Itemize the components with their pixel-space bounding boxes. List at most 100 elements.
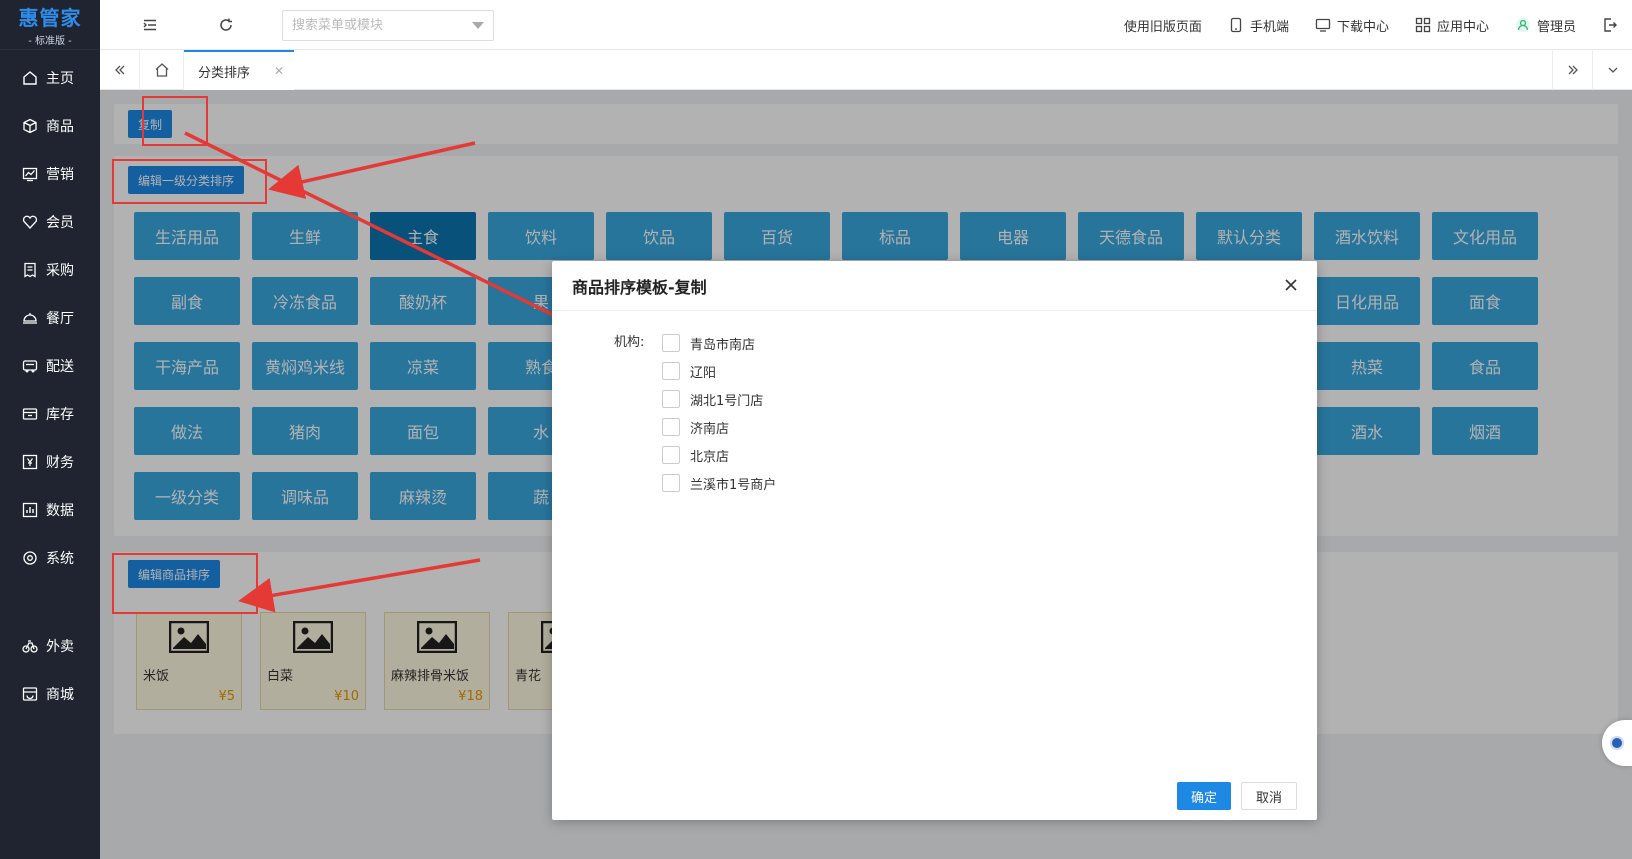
tab-category-sort[interactable]: 分类排序 ✕	[184, 50, 294, 90]
chevron-down-icon[interactable]	[472, 22, 484, 29]
annotation-box-copy	[142, 96, 208, 146]
checkbox[interactable]	[662, 390, 680, 408]
org-name: 兰溪市1号商户	[690, 477, 777, 493]
close-icon[interactable]	[1281, 275, 1301, 295]
logout-icon	[1602, 17, 1618, 33]
chart-icon	[22, 166, 38, 182]
org-name: 北京店	[690, 449, 730, 465]
org-option[interactable]: 湖北1号门店	[662, 385, 776, 413]
tab-scroll-right-icon[interactable]	[1552, 50, 1592, 90]
receipt-icon	[22, 262, 38, 278]
apps-label: 应用中心	[1436, 19, 1489, 35]
modal-body: 机构: 青岛市南店辽阳湖北1号门店 济南店北京店兰溪市1号商户	[552, 312, 1317, 760]
logo[interactable]: 惠管家 - 标准版 -	[0, 0, 100, 50]
sidebar-item-label: 库存	[46, 407, 74, 423]
sidebar-item-label: 商品	[46, 119, 74, 135]
download-center-link[interactable]: 下载中心	[1315, 16, 1389, 35]
mobile-link[interactable]: 手机端	[1228, 16, 1289, 35]
phone-icon	[1228, 17, 1244, 33]
sidebar-spacer	[0, 582, 100, 622]
org-label: 机构:	[614, 335, 645, 350]
cancel-button[interactable]: 取消	[1240, 782, 1297, 810]
sidebar-item-label: 营销	[46, 167, 74, 183]
old-page-label: 使用旧版页面	[1123, 19, 1202, 35]
admin-label: 管理员	[1536, 19, 1576, 35]
search-input[interactable]	[282, 10, 494, 41]
org-option[interactable]: 兰溪市1号商户	[662, 469, 776, 497]
sidebar-nav: 主页 商品 营销 会员 采购 餐厅 配送 库存 财务 数据 系统 外卖 商城	[0, 50, 100, 718]
org-name: 济南店	[690, 421, 730, 437]
sidebar-item-restaurant[interactable]: 餐厅	[0, 294, 100, 342]
sidebar-item-home[interactable]: 主页	[0, 54, 100, 102]
org-option[interactable]: 北京店	[662, 441, 776, 469]
heart-icon	[22, 214, 38, 230]
sidebar-item-goods[interactable]: 商品	[0, 102, 100, 150]
mobile-label: 手机端	[1249, 19, 1289, 35]
org-option[interactable]: 济南店	[662, 413, 776, 441]
org-option[interactable]: 辽阳	[662, 357, 776, 385]
store-icon	[22, 686, 38, 702]
tab-home-icon[interactable]	[140, 50, 184, 90]
checkbox[interactable]	[662, 334, 680, 352]
checkbox[interactable]	[662, 362, 680, 380]
checkbox[interactable]	[662, 418, 680, 436]
org-option[interactable]: 青岛市南店	[662, 329, 776, 357]
topbar: 使用旧版页面 手机端 下载中心 应用中心 管理员	[100, 0, 1632, 50]
sidebar-item-finance[interactable]: 财务	[0, 438, 100, 486]
close-icon[interactable]: ✕	[274, 64, 284, 78]
checkbox[interactable]	[662, 474, 680, 492]
tab-scroll-left-icon[interactable]	[100, 50, 140, 90]
bike-icon	[22, 638, 38, 654]
sidebar-item-inventory[interactable]: 库存	[0, 390, 100, 438]
box-icon	[22, 118, 38, 134]
modal-footer: 确定 取消	[1176, 782, 1297, 810]
sidebar-item-marketing[interactable]: 营销	[0, 150, 100, 198]
tab-label: 分类排序	[198, 65, 251, 81]
download-label: 下载中心	[1336, 19, 1389, 35]
tab-dropdown-icon[interactable]	[1592, 50, 1632, 90]
user-avatar-icon	[1515, 17, 1531, 33]
monitor-icon	[1315, 17, 1331, 33]
old-page-link[interactable]: 使用旧版页面	[1124, 16, 1202, 35]
sidebar-item-label: 商城	[46, 687, 74, 703]
sidebar-item-delivery[interactable]: 配送	[0, 342, 100, 390]
logout-button[interactable]	[1602, 17, 1618, 33]
tab-bar: 分类排序 ✕	[100, 50, 1632, 90]
checkbox[interactable]	[662, 446, 680, 464]
sidebar-item-label: 餐厅	[46, 311, 74, 327]
org-name: 湖北1号门店	[690, 393, 764, 409]
org-checkbox-list: 青岛市南店辽阳湖北1号门店 济南店北京店兰溪市1号商户	[662, 329, 776, 497]
menu-toggle-icon[interactable]	[142, 17, 158, 33]
sidebar-item-label: 配送	[46, 359, 74, 375]
sidebar-item-purchase[interactable]: 采购	[0, 246, 100, 294]
sidebar-item-takeout[interactable]: 外卖	[0, 622, 100, 670]
copy-template-modal: 商品排序模板-复制 机构: 青岛市南店辽阳湖北1号门店 济南店北京店兰溪市1号商户…	[552, 261, 1317, 820]
sidebar-item-member[interactable]: 会员	[0, 198, 100, 246]
annotation-box-edit-goods	[112, 553, 258, 614]
inventory-icon	[22, 406, 38, 422]
sidebar: 惠管家 - 标准版 - 主页 商品 营销 会员 采购 餐厅 配送 库存 财务 数…	[0, 0, 100, 859]
sidebar-item-label: 采购	[46, 263, 74, 279]
app-center-link[interactable]: 应用中心	[1415, 16, 1489, 35]
sidebar-item-label: 会员	[46, 215, 74, 231]
logo-title: 惠管家	[18, 6, 82, 30]
sidebar-item-mall[interactable]: 商城	[0, 670, 100, 718]
logo-subtitle: - 标准版 -	[28, 36, 72, 47]
confirm-button[interactable]: 确定	[1176, 782, 1231, 810]
dish-icon	[22, 310, 38, 326]
sidebar-item-label: 主页	[46, 71, 74, 87]
grid-apps-icon	[1415, 17, 1431, 33]
admin-menu[interactable]: 管理员	[1515, 16, 1576, 35]
modal-header: 商品排序模板-复制	[552, 261, 1317, 311]
topbar-actions: 使用旧版页面 手机端 下载中心 应用中心 管理员	[1124, 0, 1618, 50]
sidebar-item-label: 数据	[46, 503, 74, 519]
org-name: 辽阳	[690, 365, 717, 381]
sidebar-item-label: 外卖	[46, 639, 74, 655]
modal-title: 商品排序模板-复制	[572, 277, 707, 297]
assistant-icon	[1610, 736, 1624, 750]
sidebar-item-data[interactable]: 数据	[0, 486, 100, 534]
refresh-icon[interactable]	[218, 17, 234, 33]
sidebar-item-system[interactable]: 系统	[0, 534, 100, 582]
sidebar-item-label: 系统	[46, 551, 74, 567]
yen-icon	[22, 454, 38, 470]
